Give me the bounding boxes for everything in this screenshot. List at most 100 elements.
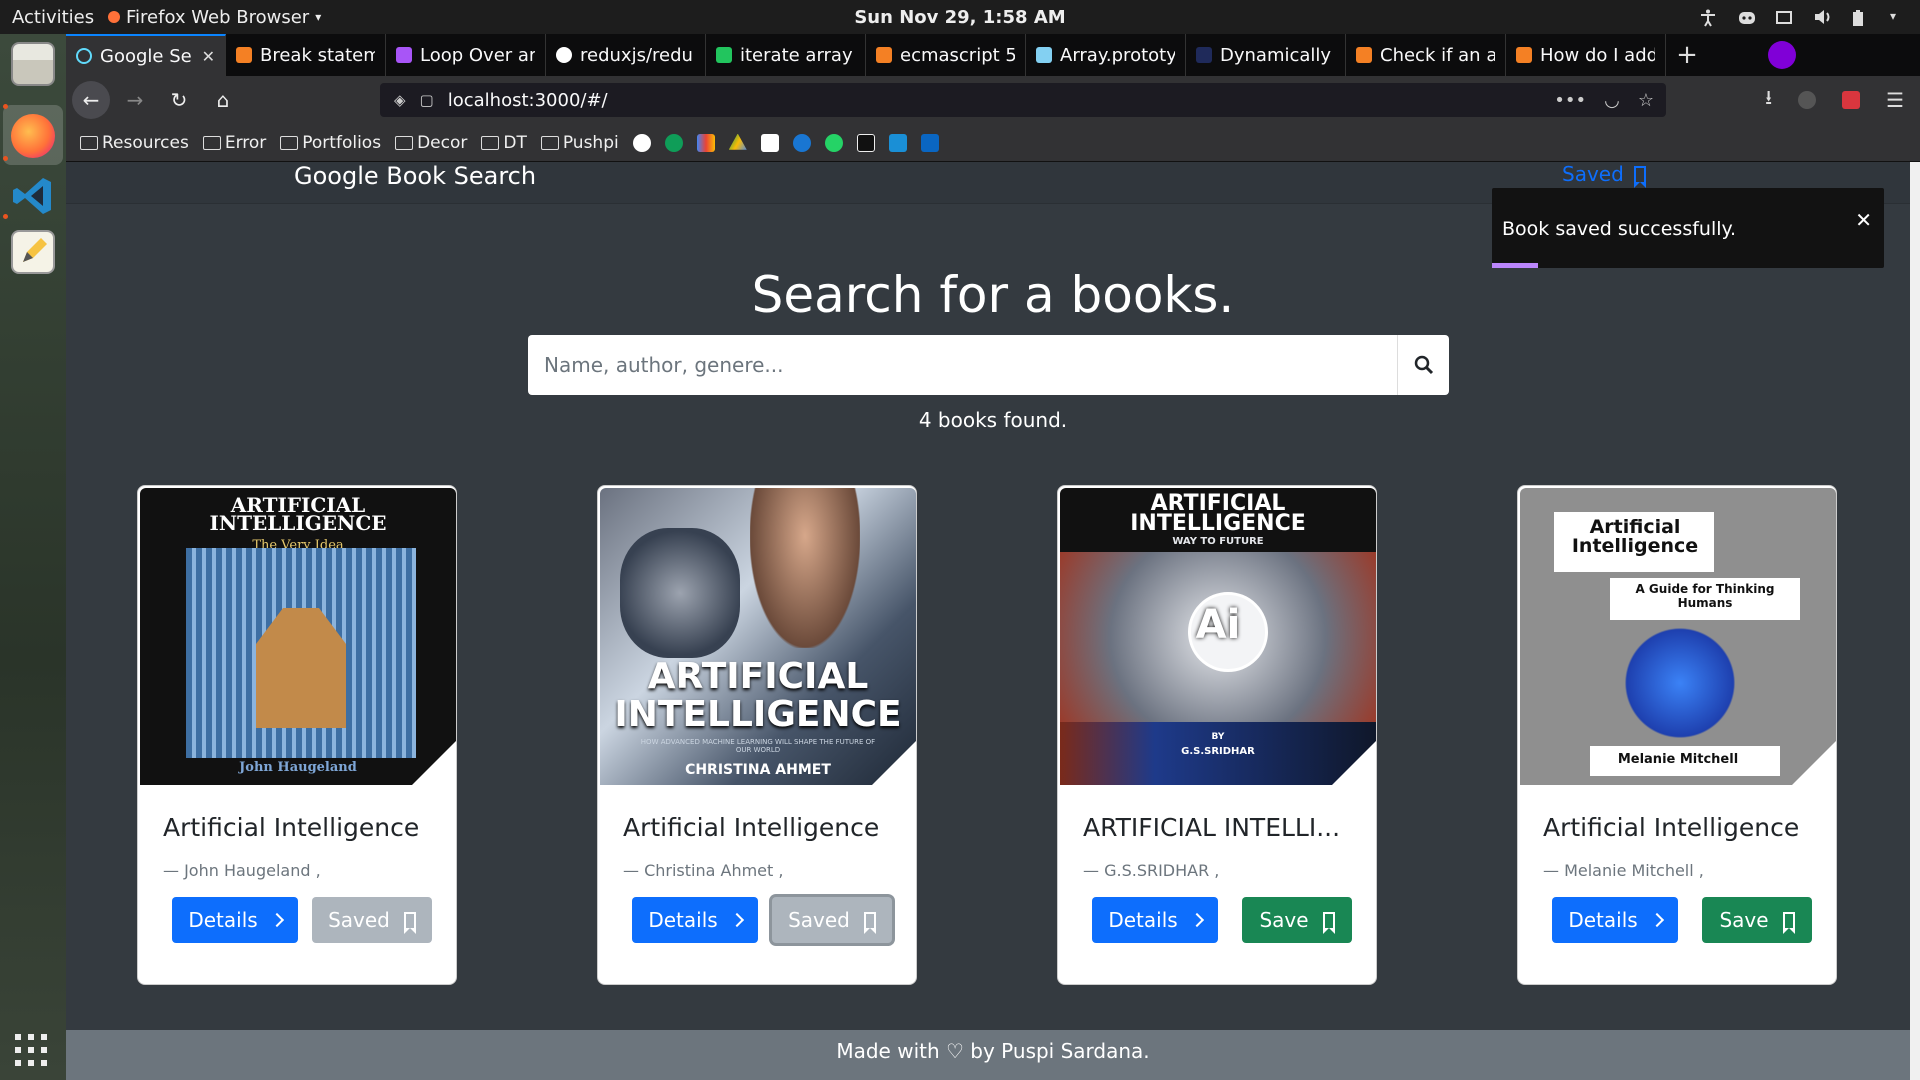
saved-button[interactable]: Saved — [312, 897, 432, 943]
reload-button[interactable]: ↻ — [160, 81, 198, 119]
files-icon[interactable] — [11, 42, 55, 86]
site-icon — [396, 47, 412, 63]
button-label: Save — [1259, 908, 1309, 932]
details-button[interactable]: Details — [1092, 897, 1218, 943]
details-button[interactable]: Details — [1552, 897, 1678, 943]
discord-icon[interactable] — [1738, 9, 1755, 25]
tab[interactable]: Loop Over ar — [386, 34, 546, 76]
bookmark-icon — [1782, 912, 1795, 934]
volume-icon[interactable] — [1814, 9, 1830, 25]
text-editor-icon[interactable] — [11, 230, 55, 274]
system-tray[interactable]: ▾ — [1700, 9, 1906, 27]
extension-icon[interactable] — [1842, 91, 1861, 109]
star-icon[interactable]: ☆ — [1638, 90, 1654, 111]
cover-text: ARTIFICIAL — [647, 656, 869, 697]
accessibility-icon[interactable] — [1700, 9, 1716, 27]
clock[interactable]: Sun Nov 29, 1:58 AM — [854, 7, 1065, 28]
bookmark-folder[interactable]: Portfolios — [280, 133, 381, 153]
pocket-icon[interactable]: ◡ — [1604, 90, 1620, 111]
github-icon[interactable] — [632, 133, 651, 152]
url-text[interactable]: localhost:3000/#/ — [448, 90, 608, 111]
vscode-icon[interactable] — [11, 174, 55, 218]
bookmark-folder[interactable]: DT — [481, 132, 527, 153]
tab[interactable]: Check if an ar — [1346, 34, 1506, 76]
scrollbar[interactable] — [1910, 162, 1920, 1080]
tab[interactable]: Break statem — [226, 34, 386, 76]
hackerrank-icon[interactable] — [856, 133, 875, 152]
back-button[interactable]: ← — [72, 81, 110, 119]
hangouts-icon[interactable] — [664, 133, 683, 152]
home-button[interactable]: ⌂ — [204, 81, 242, 119]
brand-title[interactable]: Google Book Search — [294, 162, 536, 190]
page-viewport: Google Book Search Saved Book saved succ… — [66, 162, 1920, 1080]
tab-title: ecmascript 5 — [900, 44, 1015, 66]
tab-google-book-search[interactable]: Google Se ✕ — [66, 34, 226, 76]
google-drive-icon[interactable] — [728, 133, 747, 150]
book-cover-image: ARTIFICIAL INTELLIGENCE WAY TO FUTURE Ai… — [1060, 488, 1376, 785]
saved-nav-link[interactable]: Saved — [1562, 162, 1646, 188]
search-form — [528, 335, 1449, 395]
gmail-icon[interactable] — [696, 133, 715, 152]
navigation-toolbar: ← → ↻ ⌂ ◈ ▢ localhost:3000/#/ ••• ◡ ☆ ⭳ … — [66, 76, 1920, 124]
bookmark-label: Error — [224, 132, 267, 153]
running-indicator — [3, 214, 8, 219]
search-button[interactable] — [1397, 335, 1449, 395]
tab[interactable]: Dynamically r — [1186, 34, 1346, 76]
details-button[interactable]: Details — [632, 897, 758, 943]
close-tab-icon[interactable]: ✕ — [202, 47, 215, 66]
page-actions-icon[interactable]: ••• — [1554, 90, 1586, 111]
bookmarks-toolbar: Resources Error Portfolios Decor DT Push… — [66, 124, 1920, 162]
folder-icon — [395, 135, 414, 150]
book-card: ARTIFICIAL INTELLIGENCE The Very Idea Jo… — [137, 485, 457, 985]
folder-icon — [481, 135, 500, 150]
chevron-right-icon — [729, 912, 744, 928]
shield-icon[interactable]: ◈ — [394, 91, 406, 109]
firefox-icon[interactable] — [11, 114, 55, 158]
bookmark-folder[interactable]: Resources — [80, 133, 189, 153]
tab[interactable]: How do I add — [1506, 34, 1666, 76]
download-icon[interactable]: ⭳ — [1765, 83, 1772, 117]
cover-text: A Guide for Thinking Humans — [1635, 582, 1775, 610]
address-bar[interactable]: ◈ ▢ localhost:3000/#/ ••• ◡ ☆ — [380, 83, 1666, 117]
app-menu[interactable]: Firefox Web Browser ▾ — [108, 7, 321, 28]
tab[interactable]: iterate array — [706, 34, 866, 76]
saved-button[interactable]: Saved — [772, 897, 892, 943]
battery-icon[interactable] — [1852, 9, 1868, 26]
tab[interactable]: Array.prototy — [1026, 34, 1186, 76]
bookmark-label: DT — [503, 132, 527, 153]
power-menu-icon[interactable]: ▾ — [1890, 9, 1906, 25]
book-author: — Melanie Mitchell , — [1543, 861, 1704, 880]
amazon-icon[interactable] — [760, 133, 779, 152]
chevron-right-icon — [1189, 912, 1204, 928]
forward-button[interactable]: → — [116, 81, 154, 119]
whatsapp-icon[interactable] — [824, 133, 843, 152]
details-button[interactable]: Details — [172, 897, 298, 943]
linkedin-icon[interactable] — [920, 133, 939, 152]
cover-text: CHRISTINA AHMET — [685, 762, 831, 778]
show-applications-icon[interactable] — [11, 1030, 55, 1074]
save-button[interactable]: Save — [1242, 897, 1352, 943]
activities-button[interactable]: Activities — [0, 7, 108, 28]
page-icon[interactable]: ▢ — [420, 91, 434, 109]
menu-icon[interactable]: ☰ — [1886, 88, 1904, 112]
search-input[interactable] — [528, 335, 1397, 395]
page-curl — [412, 741, 456, 785]
extension-icon[interactable] — [1798, 91, 1817, 109]
bookmark-folder[interactable]: Pushpi — [540, 133, 619, 153]
bookmark-icon — [403, 912, 416, 934]
page-curl — [1792, 741, 1836, 785]
tab[interactable]: reduxjs/redu — [546, 34, 706, 76]
tab-title: reduxjs/redu — [580, 44, 693, 66]
save-button[interactable]: Save — [1702, 897, 1812, 943]
bookmark-folder[interactable]: Decor — [395, 133, 467, 153]
cover-robot — [620, 528, 740, 658]
cover-text: INTELLIGENCE — [614, 694, 902, 735]
close-icon[interactable]: ✕ — [1855, 208, 1872, 232]
bookmark-folder[interactable]: Error — [202, 132, 267, 153]
new-tab-button[interactable]: + — [1666, 34, 1708, 76]
window-icon[interactable] — [1776, 9, 1792, 25]
play-icon[interactable] — [792, 133, 811, 152]
folder-icon — [540, 135, 559, 150]
tab[interactable]: ecmascript 5 — [866, 34, 1026, 76]
site-icon[interactable] — [888, 133, 907, 152]
